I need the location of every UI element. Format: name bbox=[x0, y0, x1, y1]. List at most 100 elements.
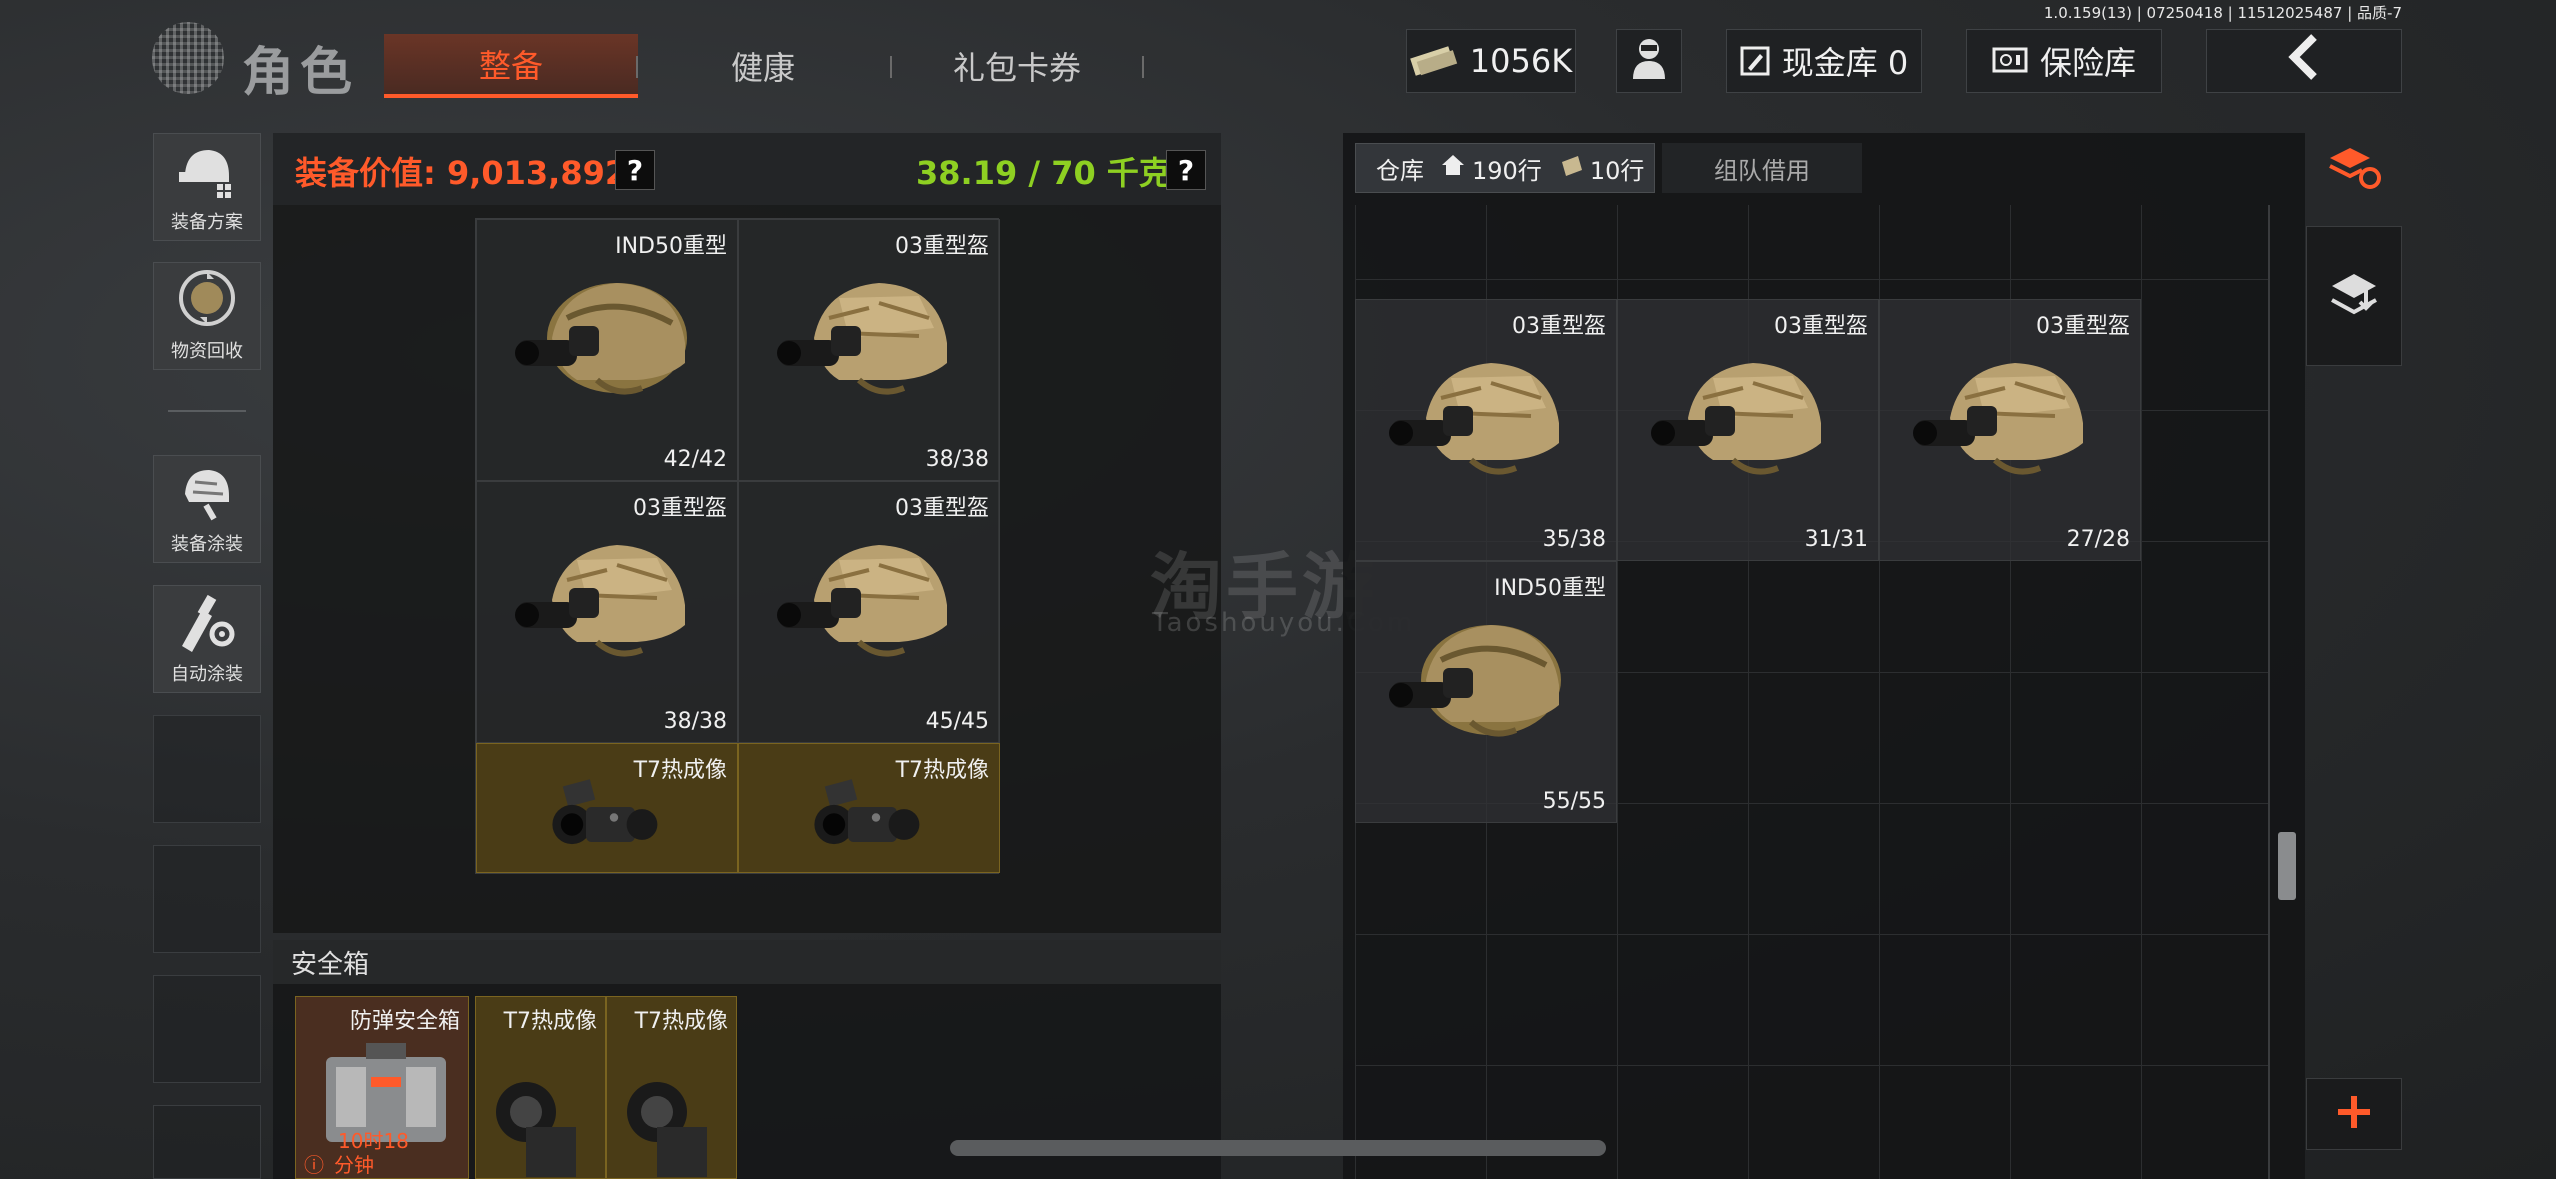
sidebar-empty-slot bbox=[153, 715, 261, 823]
recycle-icon bbox=[176, 267, 238, 333]
helmet-icon bbox=[769, 268, 969, 418]
sidebar-item-paint[interactable]: 装备涂装 bbox=[153, 455, 261, 563]
item-timer-unit: 分钟 bbox=[334, 1153, 374, 1177]
agent-button[interactable] bbox=[1616, 29, 1682, 93]
safe-vault-button[interactable]: 保险库 bbox=[1966, 29, 2162, 93]
brush-gear-icon bbox=[176, 590, 238, 656]
item-name: IND50重型 bbox=[1494, 576, 1606, 601]
helmet-paint-icon bbox=[177, 462, 237, 526]
safe-box-title: 安全箱 bbox=[273, 940, 1221, 984]
safe-vault-label: 保险库 bbox=[2039, 44, 2136, 82]
sidebar-item-label: 自动涂装 bbox=[171, 664, 243, 685]
tab-warehouse[interactable]: 仓库 190行 10行 bbox=[1355, 143, 1655, 193]
sidebar-divider bbox=[168, 410, 246, 412]
safe-box-item[interactable]: T7热成像 bbox=[475, 996, 606, 1179]
warehouse-grid: 03重型盔 35/38 03重型盔 31/31 03重型盔 27/28 IND5… bbox=[1355, 205, 2270, 1179]
item-name: T7热成像 bbox=[895, 758, 989, 783]
loadout-item[interactable]: 03重型盔 38/38 bbox=[738, 219, 1000, 481]
helmet-icon bbox=[1905, 348, 2105, 498]
thermal-scope-icon bbox=[799, 774, 939, 854]
tab-team-borrow[interactable]: 组队借用 bbox=[1662, 143, 1862, 193]
warehouse-scrollbar[interactable] bbox=[2278, 832, 2296, 900]
sort-refresh-button[interactable] bbox=[2306, 133, 2402, 205]
bag-icon bbox=[1558, 152, 1584, 184]
thermal-scope-icon bbox=[496, 1082, 576, 1177]
item-durability: 38/38 bbox=[925, 447, 989, 472]
item-durability: 38/38 bbox=[663, 709, 727, 734]
safe-box-item[interactable]: 防弹安全箱 10时18 ⓘ 分钟 bbox=[295, 996, 469, 1179]
helmet-plan-icon bbox=[177, 144, 237, 204]
loadout-item[interactable]: T7热成像 bbox=[738, 743, 1000, 873]
sidebar-item-auto-paint[interactable]: 自动涂装 bbox=[153, 585, 261, 693]
back-button[interactable] bbox=[2206, 29, 2402, 93]
value-help-button[interactable]: ? bbox=[615, 150, 655, 190]
currency-display[interactable]: 1056K bbox=[1406, 29, 1576, 93]
agent-icon bbox=[1629, 35, 1669, 87]
item-durability: 45/45 bbox=[925, 709, 989, 734]
tab-separator bbox=[636, 56, 638, 78]
tab-loadout[interactable]: 整备 bbox=[384, 34, 638, 98]
sidebar-item-loadout-plan[interactable]: 装备方案 bbox=[153, 133, 261, 241]
sidebar-item-recycle[interactable]: 物资回收 bbox=[153, 262, 261, 370]
loadout-item[interactable]: IND50重型 42/42 bbox=[476, 219, 738, 481]
weight-help-button[interactable]: ? bbox=[1166, 150, 1206, 190]
item-name: T7热成像 bbox=[503, 1009, 597, 1034]
sidebar-item-label: 物资回收 bbox=[171, 341, 243, 362]
warehouse-tab-label: 仓库 bbox=[1376, 156, 1424, 185]
sidebar-item-label: 装备涂装 bbox=[171, 534, 243, 555]
thermal-scope-icon bbox=[627, 1082, 707, 1177]
add-button[interactable] bbox=[2306, 1078, 2402, 1150]
thermal-scope-icon bbox=[537, 774, 677, 854]
item-name: IND50重型 bbox=[615, 234, 727, 259]
tab-gift-coupons[interactable]: 礼包卡券 bbox=[894, 34, 1140, 98]
item-name: 防弹安全箱 bbox=[349, 1009, 460, 1034]
sidebar-empty-slot bbox=[153, 845, 261, 953]
helmet-icon bbox=[507, 530, 707, 680]
loadout-grid: IND50重型 42/42 03重型盔 38/38 03重型盔 38/38 03… bbox=[475, 218, 1000, 874]
item-durability: 27/28 bbox=[2066, 527, 2130, 552]
item-durability: 31/31 bbox=[1804, 527, 1868, 552]
sidebar-item-label: 装备方案 bbox=[171, 212, 243, 233]
sidebar-empty-slot bbox=[153, 1105, 261, 1179]
tab-separator bbox=[890, 56, 892, 78]
warehouse-scroll-track bbox=[2268, 205, 2270, 1179]
weight-capacity: 38.19 / 70 千克 bbox=[916, 154, 1171, 192]
item-name: 03重型盔 bbox=[895, 496, 989, 521]
sidebar-empty-slot bbox=[153, 975, 261, 1083]
item-name: 03重型盔 bbox=[1512, 314, 1606, 339]
loadout-item[interactable]: 03重型盔 38/38 bbox=[476, 481, 738, 743]
quick-store-button[interactable] bbox=[2306, 226, 2402, 366]
tab-health[interactable]: 健康 bbox=[640, 34, 886, 98]
backpack-rows: 10行 bbox=[1589, 156, 1645, 185]
back-chevron-icon bbox=[2284, 33, 2324, 89]
safe-icon bbox=[1992, 47, 2028, 75]
item-name: 03重型盔 bbox=[633, 496, 727, 521]
cash-vault-button[interactable]: 现金库 0 bbox=[1726, 29, 1922, 93]
loadout-item[interactable]: 03重型盔 45/45 bbox=[738, 481, 1000, 743]
helmet-icon bbox=[507, 268, 707, 418]
item-name: 03重型盔 bbox=[1774, 314, 1868, 339]
warehouse-item[interactable]: 03重型盔 31/31 bbox=[1617, 299, 1879, 561]
warehouse-rows: 190行 bbox=[1472, 156, 1542, 185]
cash-vault-label: 现金库 0 bbox=[1781, 44, 1909, 82]
warehouse-item[interactable]: 03重型盔 35/38 bbox=[1355, 299, 1617, 561]
warehouse-item[interactable]: 03重型盔 27/28 bbox=[1879, 299, 2141, 561]
page-title: 角色 bbox=[242, 43, 359, 103]
helmet-icon bbox=[1381, 610, 1581, 760]
currency-value: 1056K bbox=[1469, 42, 1573, 80]
helmet-icon bbox=[769, 530, 969, 680]
helmet-icon bbox=[1643, 348, 1843, 498]
item-durability: 42/42 bbox=[663, 447, 727, 472]
item-name: 03重型盔 bbox=[2036, 314, 2130, 339]
clock-icon: ⓘ bbox=[304, 1153, 324, 1177]
warehouse-item[interactable]: IND50重型 55/55 bbox=[1355, 561, 1617, 823]
horizontal-scrollbar[interactable] bbox=[950, 1140, 1606, 1156]
plus-icon bbox=[2336, 1094, 2372, 1134]
item-durability: 35/38 bbox=[1542, 527, 1606, 552]
loadout-item[interactable]: T7热成像 bbox=[476, 743, 738, 873]
helmet-icon bbox=[1381, 348, 1581, 498]
item-name: T7热成像 bbox=[634, 1009, 728, 1034]
role-logo-icon bbox=[152, 22, 224, 94]
safe-box-item[interactable]: T7热成像 bbox=[606, 996, 737, 1179]
equipment-value: 装备价值: 9,013,892 bbox=[295, 154, 628, 192]
